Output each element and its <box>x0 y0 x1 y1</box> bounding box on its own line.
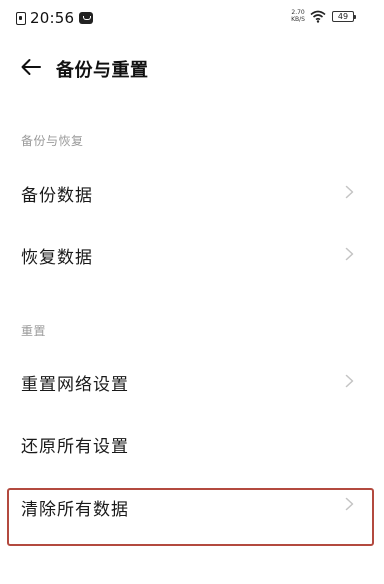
sim-icon <box>16 11 26 25</box>
status-time: 20:56 <box>30 9 75 27</box>
chevron-right-icon <box>345 374 354 388</box>
list-item-erase-all-data[interactable]: 清除所有数据 <box>0 477 384 535</box>
header: 备份与重置 <box>0 46 384 88</box>
item-label: 恢复数据 <box>21 248 93 268</box>
battery-icon: 49 <box>332 11 356 22</box>
chevron-right-icon <box>345 497 354 511</box>
section-header-backup-restore: 备份与恢复 <box>21 134 84 148</box>
network-speed-unit: KB/S <box>291 15 305 23</box>
screen: 20:56 2.70 KB/S 49 备份与重置 备份与恢复 备份数据 恢复数据… <box>0 0 384 584</box>
item-label: 清除所有数据 <box>21 500 129 520</box>
network-speed: 2.70 KB/S <box>291 9 305 23</box>
section-header-reset: 重置 <box>21 324 47 338</box>
arrow-left-icon <box>21 59 41 75</box>
status-left: 20:56 <box>16 9 94 27</box>
item-label: 备份数据 <box>21 186 93 206</box>
page-title: 备份与重置 <box>56 60 149 81</box>
status-bar: 20:56 2.70 KB/S 49 <box>0 0 384 38</box>
item-label: 还原所有设置 <box>21 437 129 457</box>
message-notification-icon <box>79 12 94 24</box>
status-right: 2.70 KB/S 49 <box>291 9 356 23</box>
back-button[interactable] <box>18 54 44 80</box>
list-item-reset-network[interactable]: 重置网络设置 <box>0 352 384 410</box>
list-item-restore-data[interactable]: 恢复数据 <box>0 225 384 283</box>
wifi-icon <box>310 10 326 23</box>
item-label: 重置网络设置 <box>21 375 129 395</box>
battery-level: 49 <box>337 12 349 21</box>
list-item-backup-data[interactable]: 备份数据 <box>0 163 384 221</box>
list-item-restore-all-settings[interactable]: 还原所有设置 <box>0 414 384 472</box>
chevron-right-icon <box>345 247 354 261</box>
chevron-right-icon <box>345 185 354 199</box>
